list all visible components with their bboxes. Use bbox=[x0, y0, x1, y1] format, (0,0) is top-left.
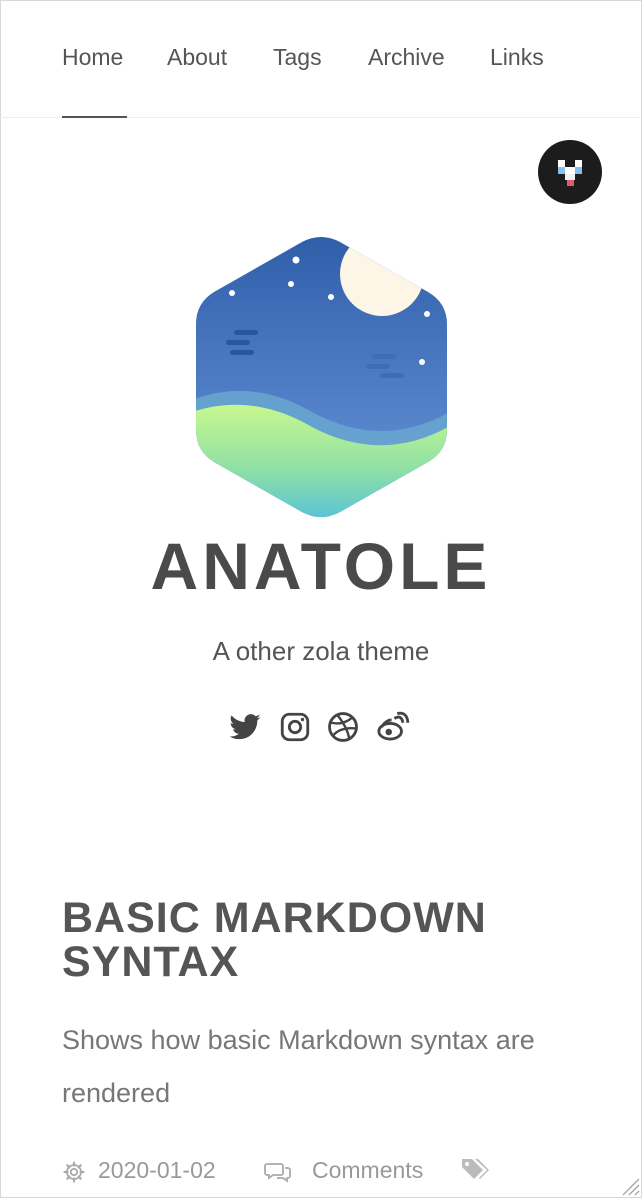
nav-item-links[interactable]: Links bbox=[490, 40, 544, 74]
weibo-link[interactable] bbox=[376, 710, 410, 744]
theme-toggle-button[interactable] bbox=[538, 140, 602, 204]
hexagon-landscape-logo bbox=[196, 237, 447, 517]
site-logo[interactable] bbox=[192, 232, 450, 522]
comments-link[interactable]: Comments bbox=[312, 1152, 423, 1188]
nav-item-home[interactable]: Home bbox=[62, 40, 123, 74]
twitter-link[interactable] bbox=[228, 710, 262, 744]
post-date: 2020-01-02 bbox=[98, 1157, 216, 1183]
dribbble-link[interactable] bbox=[326, 710, 360, 744]
nav-item-about[interactable]: About bbox=[167, 40, 227, 74]
post-title[interactable]: BASIC MARKDOWN SYNTAX bbox=[62, 896, 602, 984]
dribbble-icon bbox=[328, 712, 358, 742]
top-nav: Home About Tags Archive Links bbox=[0, 0, 642, 118]
site-description: A other zola theme bbox=[212, 636, 430, 666]
tags-icon[interactable] bbox=[460, 1156, 492, 1192]
instagram-link[interactable] bbox=[278, 710, 312, 744]
nav-item-archive[interactable]: Archive bbox=[368, 40, 445, 74]
social-links bbox=[228, 710, 418, 746]
comments-icon bbox=[264, 1158, 292, 1194]
post-summary: Shows how basic Markdown syntax are rend… bbox=[62, 1025, 535, 1108]
nav-item-tags[interactable]: Tags bbox=[273, 40, 322, 74]
resize-handle-icon[interactable] bbox=[618, 1174, 640, 1196]
site-title[interactable]: ANATOLE bbox=[0, 526, 642, 606]
weibo-icon bbox=[377, 711, 410, 741]
theme-toggle-icon bbox=[558, 160, 582, 186]
twitter-icon bbox=[229, 714, 261, 740]
post-meta: 2020-01-02 Comments bbox=[62, 1152, 622, 1188]
instagram-icon bbox=[280, 712, 310, 742]
date-gear-icon bbox=[62, 1158, 86, 1194]
active-nav-indicator bbox=[62, 116, 127, 118]
